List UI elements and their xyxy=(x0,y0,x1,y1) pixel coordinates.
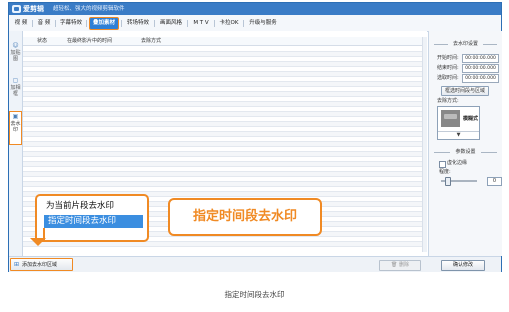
settings-title-row: 去水印设置 xyxy=(429,40,502,48)
method-select[interactable]: 模糊式 ▼ xyxy=(437,106,480,140)
tab-karaoke[interactable]: 卡拉OK xyxy=(218,18,240,28)
params-title-row: 参数设置 xyxy=(429,148,502,156)
side-tab-sticker-label: 加贴图 xyxy=(10,50,21,62)
pointer-arrow-icon xyxy=(30,238,46,246)
figure-caption: 指定时间段去水印 xyxy=(224,290,285,299)
blur-edge-label: 虚化边缘 xyxy=(447,160,468,166)
add-region-icon: ⊞ xyxy=(14,261,20,268)
col-method[interactable]: 去除方式 xyxy=(141,37,161,45)
confirm-button[interactable]: 确认修改 xyxy=(441,260,485,271)
title-bar: 爱剪辑 超轻松、强大的视频剪辑软件 xyxy=(9,3,501,15)
blur-edge-checkbox[interactable] xyxy=(439,161,446,168)
list-scrollbar[interactable] xyxy=(422,37,427,252)
menu-bar: 视 频 音 频 字幕特效 叠加素材 转场特效 画面风格 M T V 卡拉OK 升… xyxy=(9,15,501,32)
delete-label: 删除 xyxy=(398,262,409,268)
area-time-field[interactable]: 00:00:00.000 xyxy=(462,74,499,83)
tab-mtv[interactable]: M T V xyxy=(191,18,211,28)
annotation-text: 指定时间段去水印 xyxy=(192,209,297,224)
side-tab-watermark-label: 去水印 xyxy=(10,121,21,133)
bottom-bar: ⊞ 添加去水印区域 🗑 删除 确认修改 xyxy=(9,256,501,272)
start-time-label: 开始时间: xyxy=(437,55,459,61)
tab-overlay[interactable]: 叠加素材 xyxy=(89,17,119,30)
add-watermark-region-button[interactable]: ⊞ 添加去水印区域 xyxy=(10,258,73,271)
degree-label: 程度: xyxy=(439,169,451,175)
watermark-icon: ▣ xyxy=(12,113,19,120)
chevron-down-icon[interactable]: ▼ xyxy=(438,131,479,139)
params-title: 参数设置 xyxy=(455,149,476,155)
menu-item-time-range[interactable]: 指定时间段去水印 xyxy=(44,215,143,228)
menu-item-current-clip[interactable]: 为当前片段去水印 xyxy=(46,200,114,212)
annotation-callout: 指定时间段去水印 xyxy=(168,198,322,236)
col-time[interactable]: 在最终影片中的时间 xyxy=(67,37,112,45)
settings-panel: 去水印设置 开始时间: 00:00:00.000 结束时间: 00:00:00.… xyxy=(428,31,502,256)
settings-title: 去水印设置 xyxy=(452,41,478,47)
add-watermark-region-label: 添加去水印区域 xyxy=(22,262,58,268)
tab-upgrade[interactable]: 升级与服务 xyxy=(247,18,279,28)
delete-button[interactable]: 🗑 删除 xyxy=(379,260,421,271)
side-tab-frame[interactable]: ▢ 加相框 xyxy=(10,76,21,108)
start-time-field[interactable]: 00:00:00.000 xyxy=(462,54,499,63)
side-tabs: ☺ 加贴图 ▢ 加相框 ▣ 去水印 xyxy=(9,31,23,256)
col-status[interactable]: 状态 xyxy=(37,37,47,45)
frame-icon: ▢ xyxy=(12,77,19,84)
tab-audio[interactable]: 音 频 xyxy=(36,18,52,28)
side-tab-frame-label: 加相框 xyxy=(10,85,21,97)
tab-video[interactable]: 视 频 xyxy=(13,18,29,28)
add-region-menu: 为当前片段去水印 指定时间段去水印 xyxy=(35,194,149,242)
tab-style[interactable]: 画面风格 xyxy=(158,18,184,28)
method-thumbnail xyxy=(441,110,460,127)
degree-slider-handle[interactable] xyxy=(445,177,451,186)
pick-region-button[interactable]: 框选时间段与区域 xyxy=(441,86,489,96)
app-slogan: 超轻松、强大的视频剪辑软件 xyxy=(53,6,125,12)
app-name: 爱剪辑 xyxy=(23,5,44,13)
degree-field[interactable]: 0 xyxy=(487,177,502,186)
tab-transition[interactable]: 转场特效 xyxy=(125,18,151,28)
side-tab-watermark[interactable]: ▣ 去水印 xyxy=(9,111,22,145)
method-label: 去除方式: xyxy=(437,98,459,104)
list-row xyxy=(23,242,427,247)
trash-icon: 🗑 xyxy=(391,262,398,268)
end-time-label: 结束时间: xyxy=(437,65,459,71)
sticker-icon: ☺ xyxy=(12,42,19,49)
method-value: 模糊式 xyxy=(463,116,479,122)
end-time-field[interactable]: 00:00:00.000 xyxy=(462,64,499,73)
tab-subtitle[interactable]: 字幕特效 xyxy=(59,18,83,28)
app-logo-icon xyxy=(12,5,21,13)
area-time-label: 选取时间: xyxy=(437,75,459,81)
side-tab-sticker[interactable]: ☺ 加贴图 xyxy=(10,41,21,73)
list-header: 状态 在最终影片中的时间 去除方式 xyxy=(23,37,427,46)
